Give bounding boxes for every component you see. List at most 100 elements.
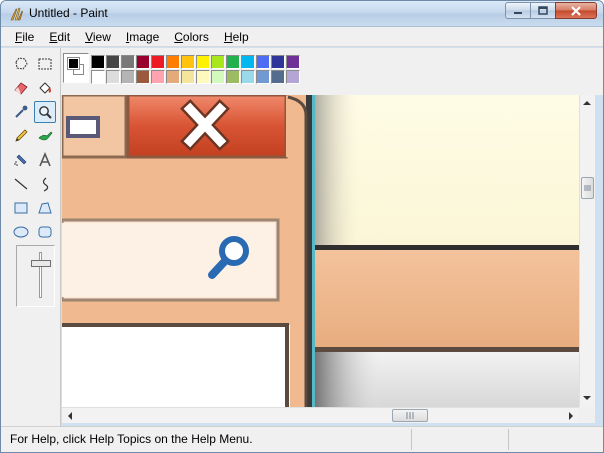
rectangle-tool[interactable]	[10, 197, 32, 219]
vertical-scroll-thumb[interactable]	[581, 177, 594, 199]
pick-color-tool[interactable]	[10, 101, 32, 123]
brush-tool[interactable]	[34, 125, 56, 147]
color-swatch[interactable]	[136, 55, 150, 69]
maximize-button[interactable]	[530, 2, 556, 19]
color-swatches	[91, 55, 301, 85]
ellipse-tool[interactable]	[10, 221, 32, 243]
zoom-slider-track[interactable]	[39, 252, 42, 298]
color-swatch[interactable]	[286, 55, 300, 69]
color-swatch[interactable]	[241, 70, 255, 84]
close-button[interactable]	[555, 2, 597, 19]
text-tool[interactable]	[34, 149, 56, 171]
menu-colors[interactable]: Colors	[166, 27, 216, 47]
vertical-scrollbar[interactable]	[579, 95, 595, 407]
minimize-icon	[514, 11, 522, 14]
tool-grid	[10, 53, 58, 245]
brush-icon	[38, 131, 53, 141]
magnifier-tool[interactable]	[34, 101, 56, 123]
airbrush-tool[interactable]	[10, 149, 32, 171]
minimize-button[interactable]	[505, 2, 531, 19]
scroll-right-arrow-icon[interactable]	[568, 412, 574, 420]
window-title: Untitled - Paint	[29, 6, 108, 20]
horizontal-scroll-thumb[interactable]	[392, 409, 428, 422]
menu-image[interactable]: Image	[118, 27, 166, 47]
color-swatch[interactable]	[121, 55, 135, 69]
pencil-tool[interactable]	[10, 125, 32, 147]
color-swatch[interactable]	[226, 70, 240, 84]
menu-file-label: ile	[22, 30, 35, 44]
color-swatch[interactable]	[91, 55, 105, 69]
text-icon	[39, 152, 51, 167]
menu-colors-mnemonic: C	[174, 30, 183, 44]
color-swatch[interactable]	[196, 70, 210, 84]
menu-colors-label: olors	[182, 30, 209, 44]
menu-help-label: elp	[232, 30, 249, 44]
color-swatch[interactable]	[256, 55, 270, 69]
ellipse-icon	[13, 226, 29, 238]
menu-view[interactable]: View	[77, 27, 118, 47]
menu-file[interactable]: File	[7, 27, 41, 47]
scrollbar-corner	[579, 407, 595, 423]
airbrush-icon	[14, 154, 27, 166]
eraser-icon	[14, 82, 28, 95]
menu-bar: File Edit View Image Colors Help	[1, 27, 603, 47]
caption-buttons	[505, 2, 597, 19]
color-swatch[interactable]	[226, 55, 240, 69]
eyedropper-icon	[15, 105, 28, 118]
menu-help-mnemonic: H	[223, 30, 233, 44]
color-swatch[interactable]	[91, 70, 105, 84]
menu-edit[interactable]: Edit	[41, 27, 77, 47]
curve-tool[interactable]	[34, 173, 56, 195]
color-swatch[interactable]	[181, 55, 195, 69]
paint-app-icon[interactable]	[8, 6, 24, 22]
canvas-image	[62, 95, 579, 407]
grip-icon	[406, 412, 413, 419]
color-swatch[interactable]	[271, 55, 285, 69]
color-swatch[interactable]	[286, 70, 300, 84]
title-bar[interactable]: Untitled - Paint	[1, 1, 603, 27]
color-swatch[interactable]	[256, 70, 270, 84]
color-swatch[interactable]	[211, 55, 225, 69]
paint-window: Untitled - Paint File Edit View Image Co…	[0, 0, 604, 453]
color-swatch[interactable]	[166, 55, 180, 69]
scroll-down-arrow-icon[interactable]	[583, 395, 591, 401]
color-swatch[interactable]	[241, 55, 255, 69]
color-swatch[interactable]	[211, 70, 225, 84]
grip-icon	[584, 185, 591, 190]
line-tool[interactable]	[10, 173, 32, 195]
scroll-up-arrow-icon[interactable]	[583, 100, 591, 106]
maximize-icon	[538, 5, 548, 15]
menu-help[interactable]: Help	[216, 27, 256, 47]
horizontal-scrollbar[interactable]	[62, 407, 579, 423]
select-tool[interactable]	[34, 53, 56, 75]
color-swatch[interactable]	[151, 55, 165, 69]
color-swatch[interactable]	[271, 70, 285, 84]
line-icon	[14, 178, 28, 190]
scroll-left-arrow-icon[interactable]	[67, 412, 73, 420]
color-swatch[interactable]	[106, 55, 120, 69]
color-swatch[interactable]	[166, 70, 180, 84]
color-swatch[interactable]	[181, 70, 195, 84]
rounded-rectangle-tool[interactable]	[34, 221, 56, 243]
free-form-select-tool[interactable]	[10, 53, 32, 75]
color-swatch[interactable]	[121, 70, 135, 84]
current-colors	[63, 53, 89, 83]
zoom-options	[16, 245, 55, 307]
magnifier-icon	[39, 106, 52, 119]
drawing-canvas[interactable]	[62, 95, 579, 407]
rect-select-icon	[38, 58, 52, 70]
color-swatch[interactable]	[151, 70, 165, 84]
polygon-tool[interactable]	[34, 197, 56, 219]
color-swatch[interactable]	[106, 70, 120, 84]
zoom-slider-thumb[interactable]	[31, 260, 51, 267]
status-cell-size	[508, 429, 509, 450]
menu-view-mnemonic: V	[85, 30, 93, 44]
toolbox	[1, 48, 61, 426]
color-swatch[interactable]	[196, 55, 210, 69]
foreground-color	[67, 57, 80, 70]
color-swatch[interactable]	[136, 70, 150, 84]
pencil-icon	[15, 129, 28, 142]
fill-tool[interactable]	[34, 77, 56, 99]
status-cell-position	[411, 429, 412, 450]
eraser-tool[interactable]	[10, 77, 32, 99]
